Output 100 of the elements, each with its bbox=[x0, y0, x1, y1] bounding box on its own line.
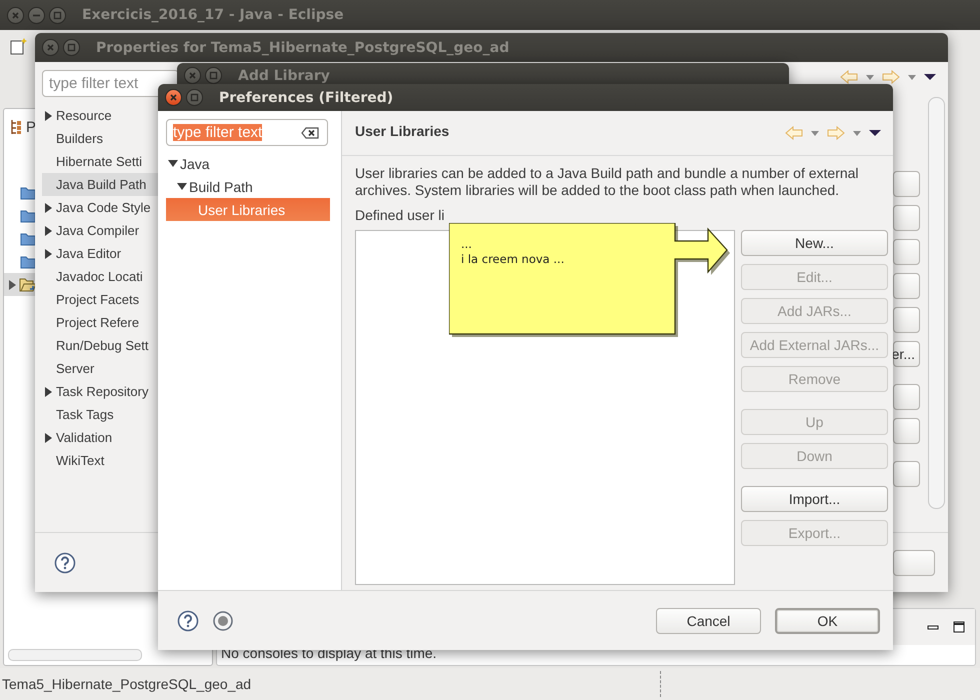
maximize-icon bbox=[52, 10, 63, 20]
tree-item[interactable]: Builders bbox=[42, 127, 158, 150]
folder-icon bbox=[20, 208, 36, 222]
caret-icon[interactable] bbox=[853, 130, 861, 136]
tree-item[interactable]: Task Repository bbox=[42, 380, 158, 403]
collapsed-arrow-icon[interactable] bbox=[44, 432, 54, 442]
close-icon bbox=[45, 42, 56, 53]
view-tab[interactable]: P bbox=[26, 118, 36, 136]
folder-icon bbox=[20, 186, 36, 200]
close-icon bbox=[168, 92, 179, 103]
minimize-button[interactable] bbox=[28, 6, 45, 24]
close-button[interactable] bbox=[184, 67, 201, 84]
tree-item[interactable]: Build Path bbox=[166, 175, 330, 198]
tree-item[interactable]: Task Tags bbox=[42, 403, 158, 426]
tree-item[interactable]: Java Code Style bbox=[42, 196, 158, 219]
collapsed-arrow-icon[interactable] bbox=[44, 110, 54, 120]
collapsed-arrow-icon[interactable] bbox=[44, 386, 54, 396]
tree-item-label: Java Code Style bbox=[56, 200, 151, 215]
page-title: User Libraries bbox=[355, 123, 450, 139]
tree-item[interactable]: Project Refere bbox=[42, 311, 158, 334]
tree-item-label: Build Path bbox=[189, 178, 253, 194]
tree-item-label: Javadoc Locati bbox=[56, 269, 143, 284]
push-button[interactable] bbox=[893, 205, 920, 231]
record-icon[interactable] bbox=[213, 610, 233, 630]
window-title: Exercicis_2016_17 - Java - Eclipse bbox=[82, 7, 344, 23]
help-icon[interactable] bbox=[54, 552, 76, 574]
tree-item[interactable]: WikiText bbox=[42, 449, 158, 472]
tree-item-label: Java Editor bbox=[56, 246, 122, 261]
folder-icon bbox=[20, 232, 36, 246]
tree-item[interactable]: Java Compiler bbox=[42, 219, 158, 242]
push-button[interactable] bbox=[893, 273, 920, 299]
tree-item[interactable]: Hibernate Setti bbox=[42, 150, 158, 173]
dialog-button[interactable]: OK bbox=[775, 608, 880, 634]
close-icon bbox=[187, 70, 198, 81]
close-button[interactable] bbox=[7, 6, 24, 24]
tree-item[interactable]: Java Editor bbox=[42, 242, 158, 265]
tree-item-label: Resource bbox=[56, 108, 112, 123]
push-button[interactable] bbox=[893, 384, 920, 410]
expanded-arrow-icon[interactable] bbox=[177, 182, 187, 192]
push-button[interactable] bbox=[893, 239, 920, 265]
tree-item[interactable]: Java Build Path bbox=[42, 173, 158, 196]
maximize-button[interactable] bbox=[49, 6, 66, 24]
maximize-button[interactable] bbox=[205, 67, 222, 84]
push-button[interactable] bbox=[893, 418, 920, 444]
clear-icon[interactable] bbox=[301, 126, 319, 138]
list-label: Defined user li bbox=[355, 207, 446, 224]
action-button[interactable]: New... bbox=[741, 230, 888, 256]
collapsed-arrow-icon[interactable] bbox=[44, 202, 54, 212]
back-icon[interactable] bbox=[785, 126, 803, 140]
collapsed-arrow-icon[interactable] bbox=[44, 226, 54, 236]
tree-item-label: Java bbox=[180, 156, 210, 172]
tree-item-label: Run/Debug Sett bbox=[56, 338, 149, 353]
push-button[interactable] bbox=[893, 550, 935, 576]
close-button[interactable] bbox=[165, 89, 182, 106]
maximize-icon bbox=[189, 92, 200, 103]
open-folder-icon bbox=[19, 276, 37, 292]
push-button[interactable] bbox=[893, 461, 920, 487]
tree-item-label: Project Facets bbox=[56, 292, 140, 307]
caret-icon[interactable] bbox=[908, 74, 916, 80]
expanded-arrow-icon[interactable] bbox=[168, 158, 178, 168]
maximize-icon bbox=[208, 70, 219, 81]
forward-icon[interactable] bbox=[827, 126, 845, 140]
caret-icon[interactable] bbox=[811, 130, 819, 136]
folder-icon bbox=[20, 254, 36, 268]
tree-item-label: User Libraries bbox=[198, 202, 286, 218]
view-menu-icon[interactable] bbox=[924, 73, 936, 81]
tree-item[interactable]: Project Facets bbox=[42, 288, 158, 311]
collapsed-arrow-icon[interactable] bbox=[9, 280, 17, 290]
action-button[interactable]: Import... bbox=[741, 486, 888, 512]
maximize-button[interactable] bbox=[186, 89, 203, 106]
tree-item[interactable]: Resource bbox=[42, 104, 158, 127]
back-icon[interactable] bbox=[840, 70, 858, 84]
close-button[interactable] bbox=[42, 39, 59, 56]
tree-item-label: Server bbox=[56, 361, 94, 376]
tree-item[interactable]: Validation bbox=[42, 426, 158, 449]
scrollbar[interactable] bbox=[928, 97, 945, 509]
status-text: Tema5_Hibernate_PostgreSQL_geo_ad bbox=[2, 676, 252, 692]
help-icon[interactable] bbox=[177, 610, 199, 632]
tree-item[interactable]: Server bbox=[42, 357, 158, 380]
new-wizard-icon[interactable] bbox=[10, 37, 28, 55]
forward-icon[interactable] bbox=[882, 70, 900, 84]
tree-item[interactable]: Java bbox=[166, 152, 330, 175]
dialog-button[interactable]: Cancel bbox=[656, 608, 761, 634]
collapsed-arrow-icon[interactable] bbox=[44, 248, 54, 258]
push-button[interactable] bbox=[893, 171, 920, 197]
close-icon bbox=[10, 10, 21, 20]
view-menu-icon[interactable] bbox=[869, 129, 881, 137]
caret-icon[interactable] bbox=[866, 74, 874, 80]
push-button[interactable] bbox=[893, 307, 920, 333]
tree-item-label: Java Compiler bbox=[56, 223, 140, 238]
tree-item-label: Builders bbox=[56, 131, 103, 146]
description-text: User libraries can be added to a Java Build path and bundle a number of external archives. System libraries will be added to the boot class path when launched. bbox=[355, 165, 860, 199]
tree-item-label: Hibernate Setti bbox=[56, 154, 142, 169]
tree-item-label: Project Refere bbox=[56, 315, 140, 330]
window-title: Preferences (Filtered) bbox=[219, 90, 394, 106]
scrollbar[interactable] bbox=[8, 649, 142, 661]
tree-item[interactable]: Javadoc Locati bbox=[42, 265, 158, 288]
tree-item[interactable]: Run/Debug Sett bbox=[42, 334, 158, 357]
maximize-button[interactable] bbox=[63, 39, 80, 56]
maximize-icon[interactable] bbox=[953, 621, 965, 633]
